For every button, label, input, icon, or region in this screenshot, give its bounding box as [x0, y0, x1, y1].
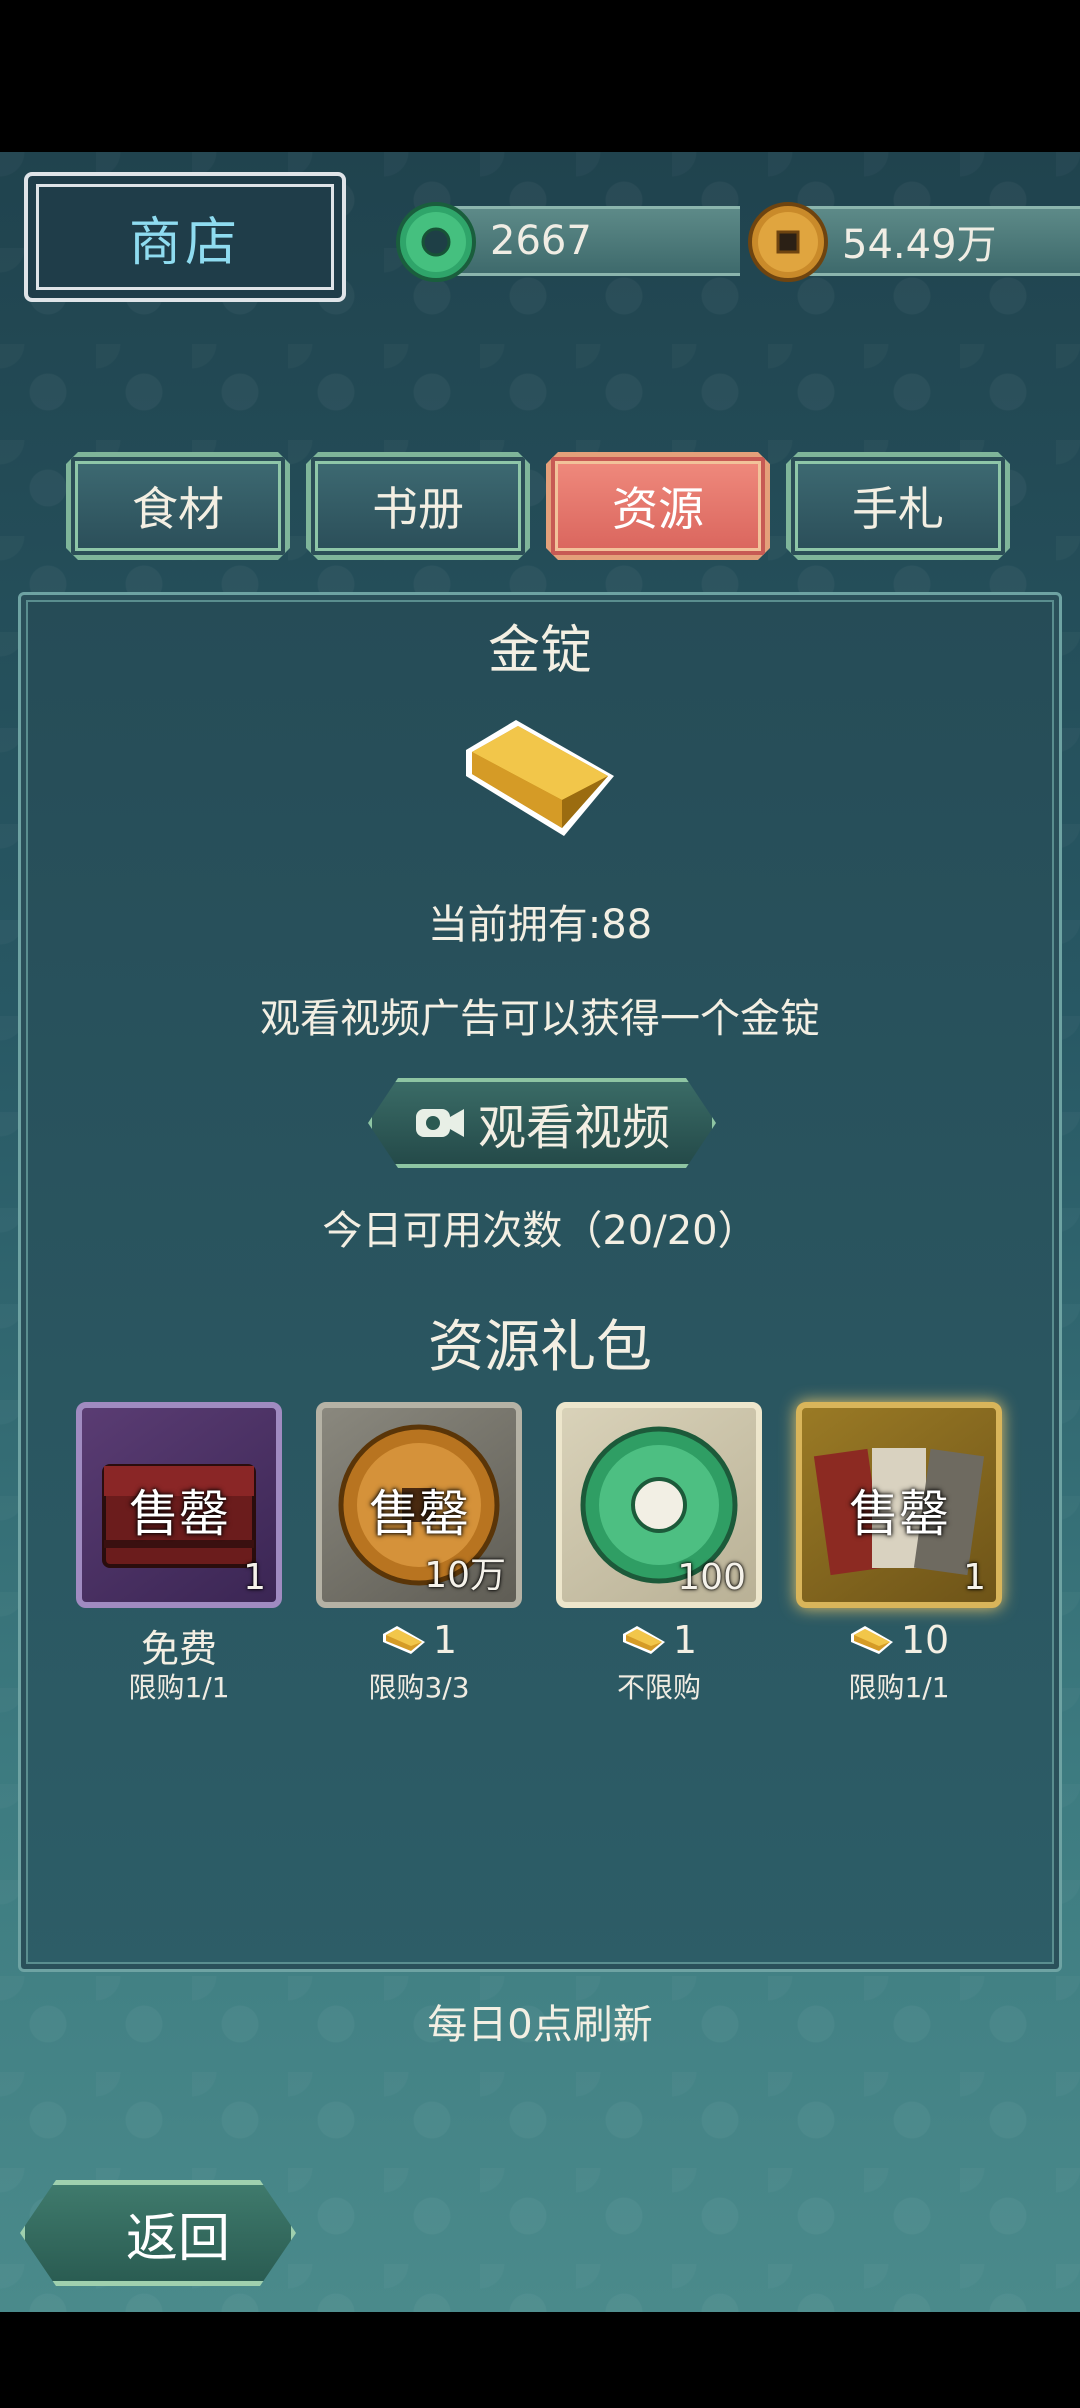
coin-currency: 54.49万 [746, 200, 1080, 282]
owned-count: 当前拥有:88 [427, 902, 653, 948]
price-label: 10 [900, 1618, 950, 1662]
pack-item-book[interactable]: 售罄 1 [796, 1402, 1002, 1608]
pack-item-coins[interactable]: 售罄 10万 [316, 1402, 522, 1608]
item-name: 金锭 [487, 621, 592, 681]
price-label: 免费 [140, 1627, 217, 1671]
gold-ingot-icon [466, 720, 614, 836]
jade-disc-icon [396, 202, 476, 282]
jade-currency: 2667 [394, 200, 740, 282]
tab-ingredients-label: 食材 [132, 482, 224, 536]
back-button[interactable]: 返回 [20, 2180, 296, 2286]
watch-video-button[interactable]: 观看视频 [368, 1078, 716, 1168]
pack-limit: 不限购 [616, 1671, 701, 1704]
gold-ingot-icon [382, 1626, 425, 1654]
tab-notes-label: 手札 [852, 482, 944, 536]
status-bar [0, 0, 1080, 152]
pack-item-jade[interactable]: 100 [556, 1402, 762, 1608]
tab-notes[interactable]: 手札 [786, 452, 1010, 560]
pack-price: 1 [556, 1618, 762, 1662]
packs-title: 资源礼包 [428, 1315, 652, 1380]
pack-price: 1 [316, 1618, 522, 1662]
pack-price: 10 [796, 1618, 1002, 1662]
watch-video-label: 观看视频 [477, 1100, 670, 1156]
gold-ingot-icon [850, 1626, 893, 1654]
refresh-note: 每日0点刷新 [427, 2002, 653, 2048]
back-button-label: 返回 [125, 2208, 230, 2269]
gold-ingot-icon [622, 1626, 665, 1654]
tab-resources-label: 资源 [612, 482, 704, 536]
pack-item-chest[interactable]: 售罄 1 [76, 1402, 282, 1608]
item-description: 观看视频广告可以获得一个金锭 [260, 996, 820, 1042]
video-camera-icon [414, 1103, 466, 1143]
pack-count: 100 [677, 1557, 746, 1598]
navigation-bar [0, 2312, 1080, 2408]
pack-limit: 限购1/1 [848, 1671, 950, 1704]
pack-limit: 限购1/1 [128, 1671, 230, 1704]
sold-out-label: 售罄 [369, 1485, 469, 1543]
tab-ingredients[interactable]: 食材 [66, 452, 290, 560]
price-label: 1 [672, 1618, 698, 1662]
coin-amount: 54.49万 [842, 222, 997, 268]
price-label: 1 [432, 1618, 458, 1662]
pack-count: 1 [963, 1557, 986, 1598]
sold-out-label: 售罄 [849, 1485, 949, 1543]
pack-limit: 限购3/3 [368, 1671, 470, 1704]
sold-out-label: 售罄 [129, 1485, 229, 1543]
tab-books-label: 书册 [372, 482, 464, 536]
copper-coin-icon [748, 202, 828, 282]
page-title: 商店 [128, 212, 241, 273]
pack-count: 1 [243, 1557, 266, 1598]
shop-title-plate: 商店 [24, 172, 346, 302]
daily-uses: 今日可用次数（20/20） [322, 1208, 758, 1254]
pack-price: 免费 [76, 1618, 282, 1673]
tab-resources[interactable]: 资源 [546, 452, 770, 560]
tab-books[interactable]: 书册 [306, 452, 530, 560]
pack-count: 10万 [424, 1555, 506, 1596]
jade-amount: 2667 [490, 218, 592, 264]
